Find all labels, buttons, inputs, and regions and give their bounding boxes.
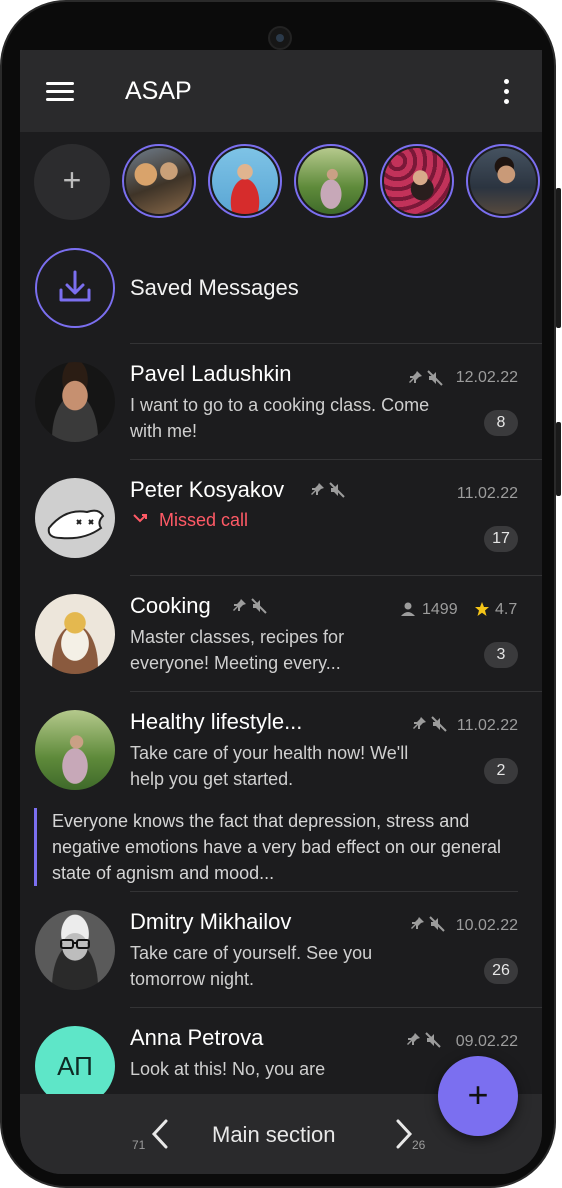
previous-count: 71	[132, 1138, 146, 1152]
unread-badge: 26	[484, 958, 518, 984]
quoted-message: Everyone knows the fact that depression,…	[34, 808, 532, 886]
pin-icon	[233, 599, 246, 611]
story-avatar[interactable]	[122, 144, 196, 218]
chat-date: 12.02.22	[455, 369, 518, 386]
hamburger-menu-icon[interactable]	[46, 82, 74, 102]
avatar-initials: АП	[57, 1051, 93, 1081]
story-avatar[interactable]	[208, 144, 282, 218]
rating-value: 4.7	[495, 601, 518, 618]
avatar	[35, 594, 115, 674]
unread-badge: 2	[484, 758, 518, 784]
avatar	[35, 362, 115, 442]
chat-date: 11.02.22	[456, 717, 518, 734]
mute-icon	[329, 482, 345, 498]
new-chat-fab[interactable]: +	[438, 1056, 518, 1136]
members-count: 1499	[422, 601, 458, 618]
add-story-button[interactable]: +	[34, 144, 110, 220]
stories-row: +	[20, 132, 542, 232]
chat-preview: Master classes, recipes for everyone! Me…	[130, 627, 345, 673]
mute-icon	[425, 1032, 441, 1048]
chat-preview: Look at this! No, you are	[130, 1059, 326, 1079]
pin-icon	[409, 371, 422, 383]
unread-badge: 3	[484, 642, 518, 668]
chat-date: 10.02.22	[455, 917, 518, 934]
app-bar: ASAP	[20, 50, 542, 132]
mute-icon	[251, 598, 267, 614]
chat-item-dmitry[interactable]: Dmitry Mikhailov 10.02.22 Take care of y…	[20, 892, 542, 1008]
pin-icon	[407, 1033, 420, 1045]
mute-icon	[427, 370, 443, 386]
chat-name: Cooking	[130, 593, 211, 618]
pin-icon	[411, 917, 424, 929]
story-avatar[interactable]	[466, 144, 540, 218]
cat-drawing	[47, 509, 105, 540]
previous-section-button[interactable]: 71	[130, 1118, 190, 1154]
members-icon	[401, 602, 415, 616]
avatar	[35, 910, 115, 990]
chat-name: Dmitry Mikhailov	[130, 909, 292, 934]
missed-call-label: Missed call	[159, 510, 249, 530]
pin-icon	[311, 483, 324, 495]
chat-name: Peter Kosyakov	[130, 477, 285, 502]
section-label: Main section	[212, 1122, 336, 1147]
front-camera	[268, 26, 292, 50]
mute-icon	[431, 716, 447, 732]
more-options-icon[interactable]	[496, 79, 516, 105]
chat-list: Saved Messages Pavel Ladushkin 12.02.22 …	[20, 232, 542, 1106]
avatar	[35, 710, 115, 790]
saved-messages-item[interactable]: Saved Messages	[20, 232, 542, 344]
app-title: ASAP	[125, 77, 192, 105]
chat-name: Pavel Ladushkin	[130, 361, 292, 386]
volume-button	[556, 422, 561, 496]
story-avatar[interactable]	[380, 144, 454, 218]
unread-badge: 17	[484, 526, 518, 552]
phone-frame: ASAP + Saved Messages Pavel Ladushkin 12…	[0, 0, 561, 1188]
mute-icon	[429, 916, 445, 932]
chat-item-peter[interactable]: Peter Kosyakov 11.02.22 Missed call 17	[20, 460, 542, 576]
story-avatar[interactable]	[294, 144, 368, 218]
chat-item-pavel[interactable]: Pavel Ladushkin 12.02.22 I want to go to…	[20, 344, 542, 460]
saved-messages-label: Saved Messages	[130, 275, 299, 300]
pin-icon	[413, 717, 426, 729]
missed-call-icon	[133, 514, 147, 523]
star-icon	[475, 602, 489, 616]
chat-name: Anna Petrova	[130, 1025, 264, 1050]
unread-badge: 8	[484, 410, 518, 436]
chat-date: 09.02.22	[455, 1033, 518, 1050]
chat-name: Healthy lifestyle...	[130, 709, 303, 734]
glasses-drawing	[60, 939, 90, 949]
chat-preview: I want to go to a cooking class. Come wi…	[130, 395, 430, 441]
chevron-left-icon	[151, 1119, 168, 1149]
next-section-button[interactable]: 26	[392, 1118, 452, 1154]
avatar	[35, 478, 115, 558]
screen: ASAP + Saved Messages Pavel Ladushkin 12…	[20, 50, 542, 1174]
saved-messages-avatar	[35, 248, 115, 328]
next-count: 26	[412, 1138, 426, 1152]
chat-date: 11.02.22	[456, 485, 518, 502]
chat-item-cooking[interactable]: Cooking 1499 4.7 Master classes, recipes…	[20, 576, 542, 692]
download-icon	[59, 270, 91, 302]
power-button	[556, 188, 561, 328]
chat-preview: Take care of your health now! We'll help…	[130, 743, 409, 789]
chat-preview: Take care of yourself. See you tomorrow …	[130, 943, 373, 989]
